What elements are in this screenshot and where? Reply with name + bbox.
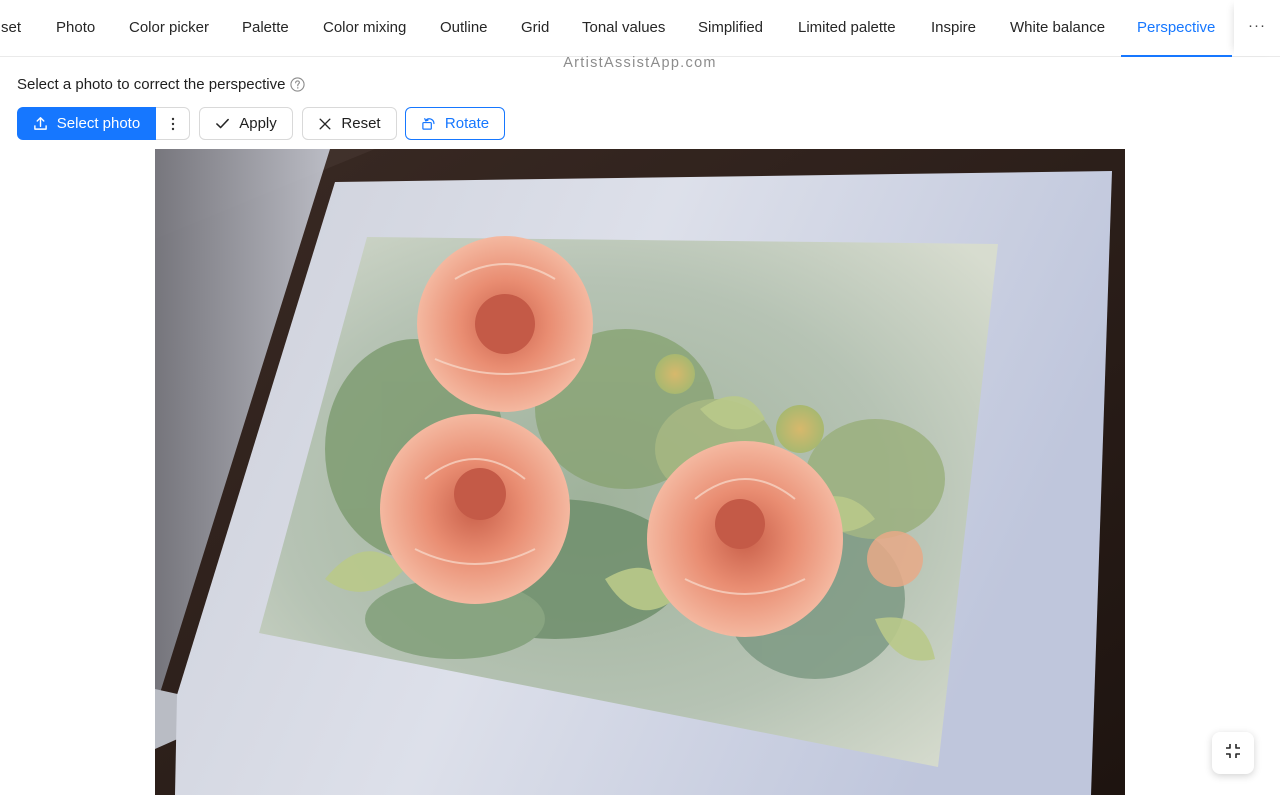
apply-button[interactable]: Apply bbox=[199, 107, 293, 140]
tab-preset[interactable]: set bbox=[1, 0, 21, 56]
rotate-button[interactable]: Rotate bbox=[405, 107, 505, 140]
upload-icon bbox=[33, 116, 48, 131]
instruction-text: Select a photo to correct the perspectiv… bbox=[17, 76, 286, 93]
rotate-icon bbox=[421, 116, 436, 131]
question-circle-icon[interactable] bbox=[290, 77, 306, 92]
close-icon bbox=[318, 117, 332, 131]
tab-grid[interactable]: Grid bbox=[521, 0, 549, 56]
reset-button[interactable]: Reset bbox=[302, 107, 397, 140]
tab-perspective[interactable]: Perspective bbox=[1137, 0, 1215, 56]
fullscreen-exit-icon bbox=[1224, 742, 1242, 765]
tab-tonal-values[interactable]: Tonal values bbox=[582, 0, 665, 56]
select-photo-options-button[interactable] bbox=[156, 107, 190, 140]
tab-color-mixing[interactable]: Color mixing bbox=[323, 0, 406, 56]
fullscreen-exit-button[interactable] bbox=[1212, 732, 1254, 774]
tab-color-picker[interactable]: Color picker bbox=[129, 0, 209, 56]
tab-photo[interactable]: Photo bbox=[56, 0, 95, 56]
tab-palette[interactable]: Palette bbox=[242, 0, 289, 56]
photo-image bbox=[155, 149, 1125, 795]
apply-label: Apply bbox=[239, 115, 277, 132]
check-icon bbox=[215, 116, 230, 131]
tab-outline[interactable]: Outline bbox=[440, 0, 488, 56]
tab-white-balance[interactable]: White balance bbox=[1010, 0, 1105, 56]
select-photo-button[interactable]: Select photo bbox=[17, 107, 156, 140]
perspective-photo[interactable] bbox=[155, 149, 1125, 795]
tab-limited-palette[interactable]: Limited palette bbox=[798, 0, 896, 56]
tab-simplified[interactable]: Simplified bbox=[698, 0, 763, 56]
select-photo-label: Select photo bbox=[56, 115, 141, 132]
tab-bar: set Photo Color picker Palette Color mix… bbox=[0, 0, 1280, 57]
reset-label: Reset bbox=[341, 115, 381, 132]
more-tabs-button[interactable]: ··· bbox=[1234, 0, 1280, 56]
tab-inspire[interactable]: Inspire bbox=[931, 0, 976, 56]
rotate-label: Rotate bbox=[444, 115, 490, 132]
watermark: ArtistAssistApp.com bbox=[563, 55, 717, 71]
more-vertical-icon bbox=[171, 117, 175, 131]
instruction-row: Select a photo to correct the perspectiv… bbox=[17, 76, 306, 93]
